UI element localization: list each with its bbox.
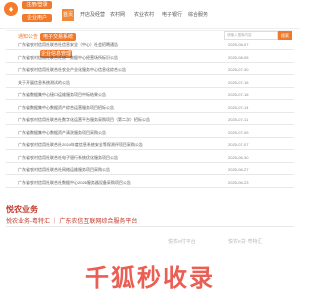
notice-list-item[interactable]: 广东省数据集中心数据资产清洗服务项目采购公告 xyxy=(18,130,106,136)
notice-item-date: 2025-07-30 xyxy=(228,67,249,72)
notice-list-item[interactable]: 广东省数据集中心数据资产综合运营服务项目招标公告 xyxy=(18,105,114,111)
notice-item-date: 2025-07-16 xyxy=(228,79,249,85)
notice-list-item[interactable]: 广东省农村信用社联合社网络运维服务项目采购公告 xyxy=(18,167,110,173)
notice-item-date: 2025-07-14 xyxy=(228,104,249,110)
row-divider xyxy=(6,161,294,163)
nav-item-shop[interactable]: 开店及经营 xyxy=(80,9,105,21)
row-divider xyxy=(6,86,294,88)
notice-item-date: 2025-07-16 xyxy=(228,92,249,97)
site-logo-icon[interactable]: ♦ xyxy=(4,2,18,16)
row-divider xyxy=(6,149,294,150)
notice-list-item[interactable]: 广东省农村信用社联合社电子银行系统优化服务项目公告 xyxy=(18,155,118,161)
row-divider xyxy=(6,136,294,138)
row-divider xyxy=(6,74,294,75)
notice-list-item[interactable]: 广东省农村信用社联合社2024年度信息系统安全等保测评项目采购公告 xyxy=(18,142,143,148)
nav-home-tab[interactable]: 首页 xyxy=(62,9,74,21)
business-section-title: 悦农业务 xyxy=(6,205,38,214)
notice-list-item[interactable]: 广东省数据集中心接口运维服务项目中标结果公告 xyxy=(18,92,106,98)
tab-notice[interactable]: 通知公告 xyxy=(18,33,38,41)
business-divider xyxy=(6,226,294,227)
row-divider xyxy=(6,186,294,188)
notice-item-date: 2025-06-27 xyxy=(228,167,249,172)
nav-item-ebank[interactable]: 电子银行 xyxy=(162,9,182,21)
tab-etrade[interactable]: 电子交易系统 xyxy=(40,33,77,41)
nav-item-agriculture[interactable]: 农业农村 xyxy=(134,9,154,21)
notice-list-item[interactable]: 广东省农村信用社联合社数据中心2026服务器设备采购项目公告 xyxy=(18,180,131,186)
notice-list-item[interactable]: 广东省农村信用社联合社信息安全（中心）社会招聘通告 xyxy=(18,42,118,48)
notice-item-date: 2025-08-07 xyxy=(228,42,249,47)
merchant-button[interactable]: 企业用户 xyxy=(22,14,52,22)
notice-list-item[interactable]: 广东省农村信用社联合社统一数据中心经营场所标识公告 xyxy=(18,55,118,61)
notice-item-date: 2025-06-23 xyxy=(228,179,249,185)
row-divider xyxy=(6,99,294,100)
row-divider xyxy=(6,49,294,50)
notice-item-date: 2025-07-11 xyxy=(228,117,249,122)
notice-list-item[interactable]: 广东省农村信用社联合社数字化运营平台服务采购项目（第二次）招标公告 xyxy=(18,117,150,123)
business-link-pay[interactable]: 悦农e付平台 xyxy=(168,238,196,245)
nav-item-rural[interactable]: 农村网 xyxy=(110,9,125,21)
nav-item-services[interactable]: 综合服务 xyxy=(188,9,208,21)
etrade-tab-label: 电子交易系统 xyxy=(40,33,77,41)
notice-list-item[interactable]: 广东省农村信用社联合社农业产业化服务中心信息化综合公告 xyxy=(18,67,126,73)
notice-item-date: 2025-06-30 xyxy=(228,154,249,160)
search-button[interactable]: 搜索 xyxy=(278,31,292,40)
row-divider xyxy=(6,61,294,63)
notice-list-item[interactable]: 关于开展信息系统测试的公告 xyxy=(18,80,70,86)
row-divider xyxy=(6,111,294,113)
watermark-text: 千狐秒收录 xyxy=(85,265,215,292)
business-section-subtitle[interactable]: 悦农业务-粤特汇 ｜ 广东农信互联网综合服务平台 xyxy=(6,216,137,225)
row-divider xyxy=(6,124,294,125)
business-link-loan[interactable]: 悦农e贷·粤特汇 xyxy=(228,238,262,245)
top-navigation-bar: ♦ 注册/登录 企业用户 首页 开店及经营 农村网 农业农村 电子银行 综合服务 xyxy=(0,0,300,29)
notice-item-date: 2025-07-07 xyxy=(228,142,249,147)
row-divider xyxy=(6,174,294,175)
login-button[interactable]: 注册/登录 xyxy=(22,1,52,9)
notice-item-date: 2025-08-05 xyxy=(228,54,249,60)
search-input[interactable]: 请输入搜索内容 xyxy=(224,31,278,40)
notice-item-date: 2025-07-09 xyxy=(228,129,249,135)
